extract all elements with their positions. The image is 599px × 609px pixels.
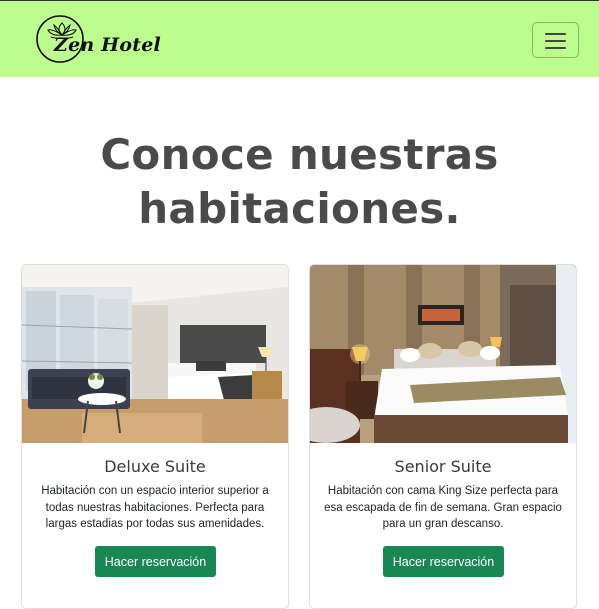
- navbar: Zen Hotel: [0, 1, 599, 77]
- room-description-deluxe: Habitación con un espacio interior super…: [41, 485, 269, 530]
- reserve-button-senior[interactable]: Hacer reservación: [383, 546, 504, 577]
- room-image-deluxe: [22, 265, 288, 443]
- menu-toggle-button[interactable]: [532, 22, 579, 58]
- reserve-button-deluxe[interactable]: Hacer reservación: [95, 546, 216, 577]
- page-title-line-1: Conoce nuestras: [100, 130, 499, 179]
- room-card-senior: Senior Suite Habitación con cama King Si…: [309, 264, 577, 609]
- hamburger-bar: [545, 40, 566, 42]
- room-card-deluxe: Deluxe Suite Habitación con un espacio i…: [21, 264, 289, 609]
- hamburger-bar: [545, 47, 566, 49]
- room-image-senior: [310, 265, 576, 443]
- brand-logo-link[interactable]: Zen Hotel: [34, 13, 164, 67]
- hamburger-menu-icon: [545, 33, 566, 35]
- brand-name: Zen Hotel: [54, 34, 161, 56]
- page-title: Conoce nuestras habitaciones.: [0, 128, 599, 236]
- room-description-senior: Habitación con cama King Size perfecta p…: [324, 485, 562, 530]
- room-title-deluxe: Deluxe Suite: [104, 457, 206, 476]
- page-title-line-2: habitaciones.: [138, 184, 461, 233]
- room-title-senior: Senior Suite: [394, 457, 492, 476]
